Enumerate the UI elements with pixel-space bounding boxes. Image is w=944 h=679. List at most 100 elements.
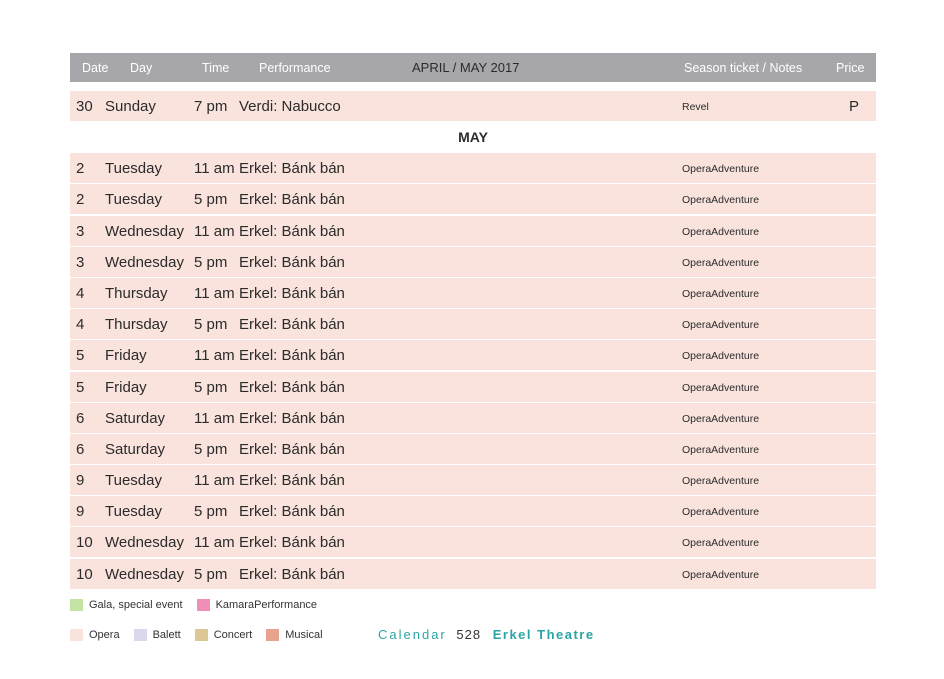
row-day: Wednesday	[105, 534, 184, 552]
row-time: 11 am	[194, 347, 235, 365]
row-day: Saturday	[105, 409, 166, 427]
row-day: Friday	[105, 378, 147, 396]
row-date: 2	[76, 191, 85, 209]
legend-item: Balett	[133, 629, 181, 641]
table-row: 10 Wednesday 5 pm Erkel: Bánk bán OperaAdven…	[70, 558, 876, 589]
table-row: 3 Wednesday 11 am Erkel: Bánk bán OperaAdven…	[70, 215, 876, 246]
row-performance: Verdi: Nabucco	[239, 98, 341, 115]
row-performance: Erkel: Bánk bán	[239, 347, 345, 365]
legend-swatch	[266, 629, 280, 641]
header-notes: Season ticket / Notes	[684, 61, 803, 75]
legend-item: Musical	[266, 629, 323, 641]
header-price: Price	[836, 61, 865, 75]
table-row: 3 Wednesday 5 pm Erkel: Bánk bán OperaAdvent…	[70, 246, 876, 277]
row-day: Thursday	[105, 284, 168, 302]
row-notes: OperaAdventure	[682, 381, 760, 394]
table-row: 30 Sunday 7 pm Verdi: Nabucco Revel P	[70, 91, 876, 121]
row-date: 4	[76, 316, 85, 334]
row-date: 9	[76, 503, 85, 521]
legend-row-2: Opera Balett Concert Musical	[70, 629, 337, 644]
row-time: 5 pm	[194, 253, 228, 271]
row-performance: Erkel: Bánk bán	[239, 440, 345, 458]
row-date: 9	[76, 472, 85, 490]
row-notes: OperaAdventure	[682, 568, 760, 581]
row-day: Tuesday	[105, 191, 162, 209]
table-row: 6 Saturday 11 am Erkel: Bánk bán OperaAdvent…	[70, 402, 876, 433]
row-time: 11 am	[194, 472, 235, 490]
table-row: 9 Tuesday 11 am Erkel: Bánk bán OperaAdventu…	[70, 465, 876, 496]
row-notes: OperaAdventure	[682, 475, 760, 488]
row-date: 6	[76, 440, 85, 458]
row-performance: Erkel: Bánk bán	[239, 284, 345, 302]
row-day: Wednesday	[105, 253, 184, 271]
legend-label: KamaraPerformance	[215, 599, 318, 611]
row-performance: Erkel: Bánk bán	[239, 409, 345, 427]
row-date: 10	[76, 534, 93, 552]
table-row: 10 Wednesday 11 am Erkel: Bánk bán OperaAdve…	[70, 527, 876, 558]
row-time: 5 pm	[194, 316, 228, 334]
row-price: P	[849, 98, 860, 115]
row-time: 11 am	[194, 222, 235, 240]
row-notes: OperaAdventure	[682, 319, 760, 332]
page-footer: Calendar 528 Erkel Theatre	[378, 627, 595, 642]
row-day: Tuesday	[105, 503, 162, 521]
row-date: 5	[76, 347, 85, 365]
page-title: APRIL / MAY 2017	[412, 60, 520, 75]
header-time: Time	[202, 61, 230, 75]
row-date: 3	[76, 222, 85, 240]
row-time: 5 pm	[194, 378, 228, 396]
table-row: 2 Tuesday 5 pm Erkel: Bánk bán OperaAdventur…	[70, 184, 876, 215]
row-day: Sunday	[105, 98, 156, 115]
row-notes: OperaAdventure	[682, 412, 760, 425]
row-notes: OperaAdventure	[682, 287, 760, 300]
legend-label: Balett	[152, 629, 181, 641]
row-notes: Revel	[682, 101, 709, 113]
row-notes: OperaAdventure	[682, 537, 760, 550]
table-header: Date Day Time Performance APRIL / MAY 20…	[70, 53, 876, 82]
row-notes: OperaAdventure	[682, 350, 760, 363]
legend-item: Opera	[70, 629, 120, 641]
row-performance: Erkel: Bánk bán	[239, 378, 345, 396]
legend-row-1: Gala, special event KamaraPerformance	[70, 599, 331, 614]
row-time: 11 am	[194, 409, 235, 427]
page-number: 528	[456, 627, 482, 642]
performance-table: Date Day Time Performance APRIL / MAY 20…	[70, 53, 876, 590]
row-time: 5 pm	[194, 440, 228, 458]
table-row: 4 Thursday 11 am Erkel: Bánk bán OperaAdvent…	[70, 277, 876, 308]
row-date: 10	[76, 565, 93, 583]
legend-swatch	[70, 629, 83, 641]
legend-item: KamaraPerformance	[196, 599, 318, 611]
row-date: 2	[76, 160, 85, 178]
row-day: Tuesday	[105, 160, 162, 178]
row-performance: Erkel: Bánk bán	[239, 316, 345, 334]
row-time: 11 am	[194, 284, 235, 302]
row-date: 30	[76, 98, 93, 115]
row-day: Wednesday	[105, 565, 184, 583]
table-row: 5 Friday 5 pm Erkel: Bánk bán OperaAdventure	[70, 371, 876, 402]
row-performance: Erkel: Bánk bán	[239, 565, 345, 583]
row-performance: Erkel: Bánk bán	[239, 534, 345, 552]
row-notes: OperaAdventure	[682, 194, 760, 207]
month-label: MAY	[70, 122, 876, 154]
row-notes: OperaAdventure	[682, 256, 760, 269]
table-row: 5 Friday 11 am Erkel: Bánk bán OperaAdventur…	[70, 340, 876, 371]
header-date: Date	[82, 61, 109, 75]
row-time: 11 am	[194, 534, 235, 552]
footer-calendar: Calendar	[378, 627, 447, 642]
row-date: 3	[76, 253, 85, 271]
row-day: Friday	[105, 347, 147, 365]
legend-swatch	[70, 599, 83, 611]
row-day: Tuesday	[105, 472, 162, 490]
row-time: 5 pm	[194, 565, 228, 583]
footer-theatre: Erkel Theatre	[492, 627, 595, 642]
row-notes: OperaAdventure	[682, 443, 760, 456]
row-performance: Erkel: Bánk bán	[239, 160, 345, 178]
row-time: 5 pm	[194, 191, 228, 209]
row-performance: Erkel: Bánk bán	[239, 503, 345, 521]
row-notes: OperaAdventure	[682, 163, 760, 176]
legend-item: Gala, special event	[70, 599, 183, 611]
legend-item: Concert	[194, 629, 252, 641]
row-date: 5	[76, 378, 85, 396]
row-time: 11 am	[194, 160, 235, 178]
row-notes: OperaAdventure	[682, 506, 760, 519]
